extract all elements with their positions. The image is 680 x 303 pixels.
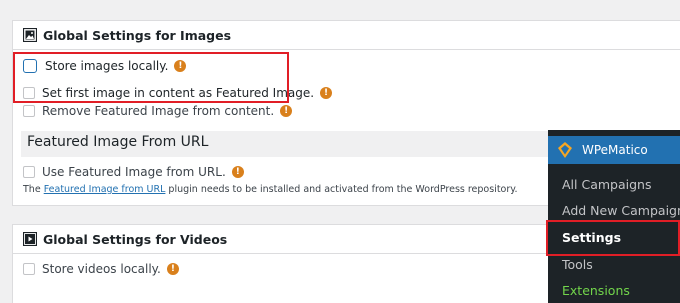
images-panel-title: Global Settings for Images — [43, 28, 232, 43]
warning-icon[interactable]: ! — [231, 166, 244, 178]
featured-url-option[interactable]: Use Featured Image from URL. ! — [23, 165, 244, 179]
videos-panel-title: Global Settings for Videos — [43, 232, 228, 247]
options-highlight-box — [13, 52, 289, 103]
remove-featured-option[interactable]: Remove Featured Image from content. ! — [23, 104, 293, 118]
remove-featured-label: Remove Featured Image from content. — [42, 104, 275, 118]
wpematico-menu-title: WPeMatico — [582, 143, 648, 157]
featured-url-section-header: Featured Image From URL — [21, 131, 561, 157]
remove-featured-checkbox[interactable] — [23, 105, 35, 117]
video-icon — [23, 232, 37, 246]
featured-url-checkbox[interactable] — [23, 166, 35, 178]
featured-url-heading: Featured Image From URL — [27, 134, 209, 150]
featured-image-from-url-link[interactable]: Featured Image from URL — [44, 184, 166, 195]
featured-url-label: Use Featured Image from URL. — [42, 165, 226, 179]
menu-item-add-new-campaign[interactable]: Add New Campaign — [562, 203, 680, 218]
wpematico-logo-icon — [558, 142, 572, 158]
wpematico-menu-header[interactable]: WPeMatico — [548, 136, 680, 164]
store-videos-checkbox[interactable] — [23, 263, 35, 275]
menu-item-all-campaigns[interactable]: All Campaigns — [562, 177, 651, 192]
warning-icon[interactable]: ! — [166, 263, 179, 275]
plugin-note: The Featured Image from URL plugin needs… — [23, 184, 518, 195]
images-panel-header: Global Settings for Images — [13, 21, 680, 50]
note-suffix: plugin needs to be installed and activat… — [165, 184, 518, 195]
settings-highlight-box — [546, 220, 680, 256]
store-videos-label: Store videos locally. — [42, 262, 161, 276]
admin-submenu: WPeMatico All Campaigns Add New Campaign… — [548, 130, 680, 303]
menu-item-extensions[interactable]: Extensions — [562, 283, 630, 298]
store-videos-option[interactable]: Store videos locally. ! — [23, 262, 179, 276]
note-prefix: The — [23, 184, 44, 195]
image-icon — [23, 28, 37, 42]
menu-item-tools[interactable]: Tools — [562, 257, 593, 272]
warning-icon[interactable]: ! — [280, 105, 293, 117]
warning-icon[interactable]: ! — [320, 87, 333, 99]
